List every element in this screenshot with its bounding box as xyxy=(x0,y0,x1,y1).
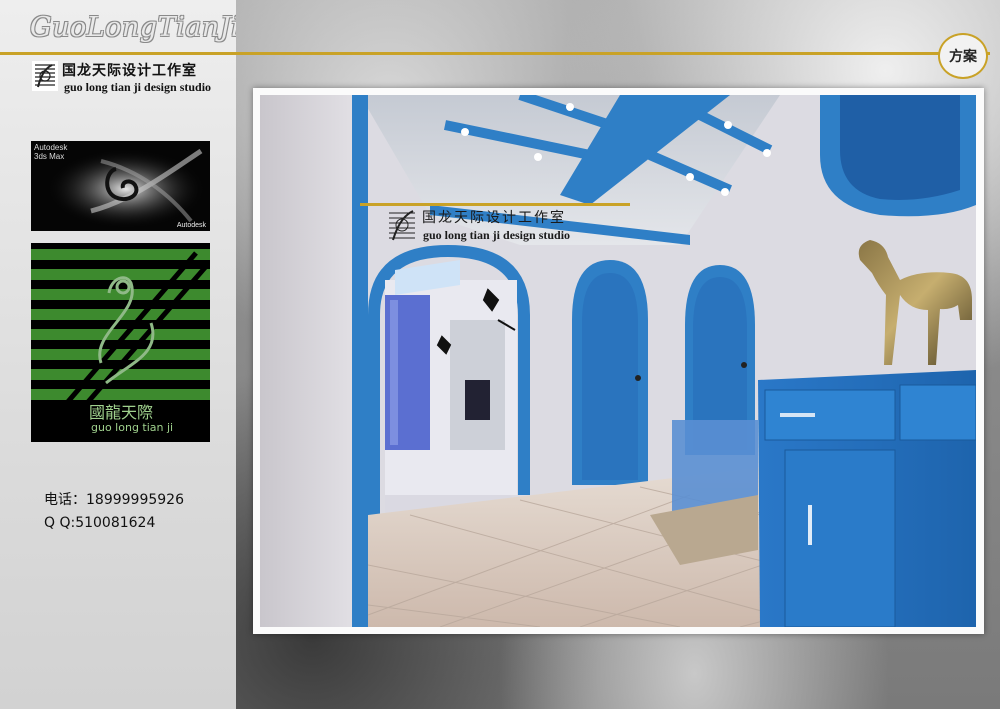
software-footer: Autodesk xyxy=(176,222,206,229)
green-logo-en: guo long tian ji xyxy=(91,421,174,434)
software-product: 3ds Max xyxy=(34,152,65,161)
sidebar: GuoLongTianJi 国龙天际设计工作室 guo long tian ji… xyxy=(0,0,240,709)
watermark-logo-icon xyxy=(389,210,415,241)
render-photo-frame: 国龙天际设计工作室 guo long tian ji design studio xyxy=(253,88,984,634)
interior-render: 国龙天际设计工作室 guo long tian ji design studio xyxy=(260,95,976,627)
contact-phone: 电话：18999995926 xyxy=(44,492,184,508)
watermark-gold-line xyxy=(360,203,630,206)
contact-qq: Q Q:510081624 xyxy=(44,515,156,531)
software-logo: Autodesk 3ds Max Autodesk xyxy=(31,141,210,231)
green-logo-cn: 國龍天際 xyxy=(89,403,154,422)
brand-title: GuoLongTianJi xyxy=(30,12,241,43)
interior-render-image xyxy=(260,95,976,627)
studio-logo-icon xyxy=(32,61,58,91)
studio-name-en: guo long tian ji design studio xyxy=(64,80,212,94)
watermark-name-en: guo long tian ji design studio xyxy=(423,228,571,242)
plan-badge: 方案 xyxy=(938,33,988,79)
studio-name-cn: 国龙天际设计工作室 xyxy=(62,63,197,79)
software-vendor: Autodesk xyxy=(34,143,68,152)
watermark-name-cn: 国龙天际设计工作室 xyxy=(422,210,566,226)
green-studio-logo: 國龍天際 guo long tian ji xyxy=(31,243,210,442)
header-gold-line xyxy=(0,52,990,55)
